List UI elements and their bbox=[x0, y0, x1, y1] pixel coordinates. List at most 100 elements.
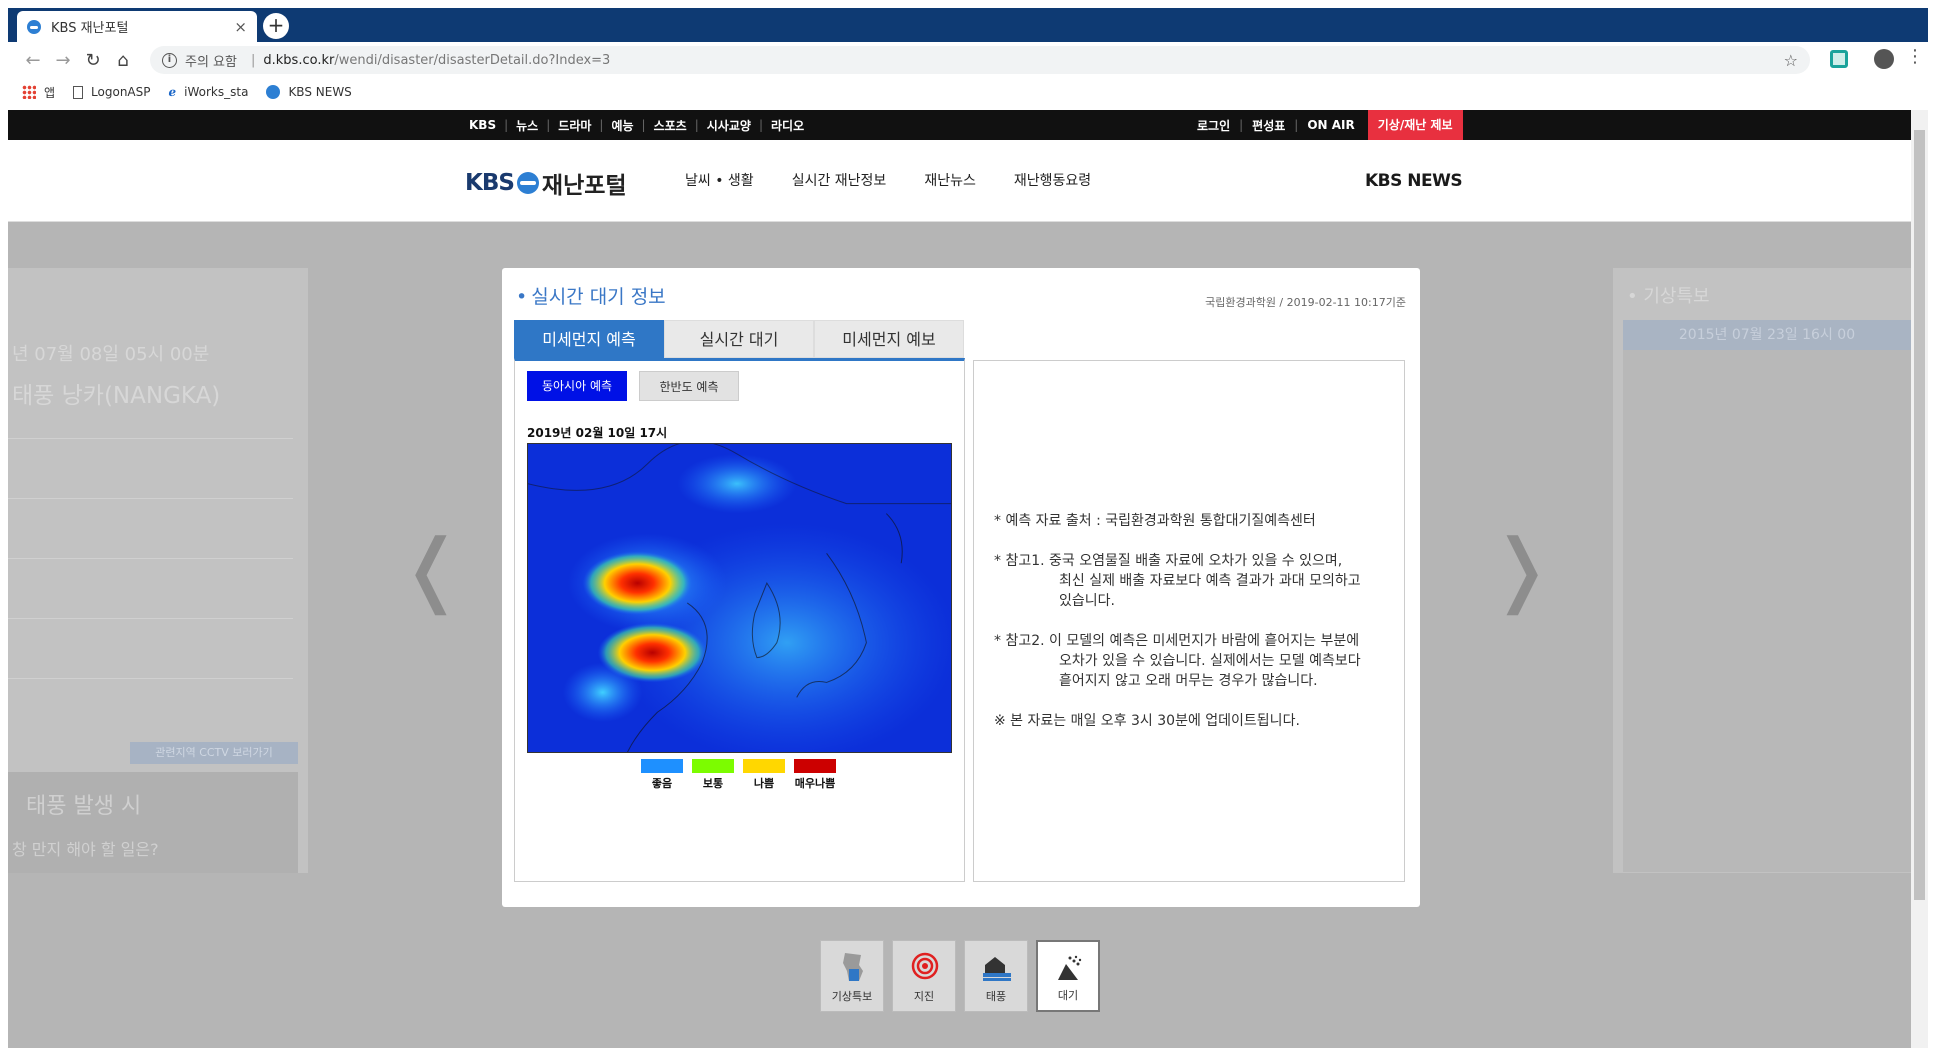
category-typhoon[interactable]: 태풍 bbox=[964, 940, 1028, 1012]
browser-tab-bar: KBS 재난포털 × + bbox=[8, 8, 1928, 42]
scrollbar-thumb[interactable] bbox=[1914, 130, 1925, 900]
back-arrow-icon[interactable]: ← bbox=[18, 50, 48, 71]
global-nav-bar: KBS | 뉴스 | 드라마 | 예능 | 스포츠 | 시사교양 | 라디오 로그인 | 편성… bbox=[8, 110, 1911, 140]
kbs-disaster-portal-logo[interactable]: KBS 재난포털 bbox=[465, 166, 627, 200]
kbs-news-link[interactable]: KBS NEWS bbox=[1365, 171, 1463, 191]
legend-swatch bbox=[743, 759, 785, 773]
next-arrow-icon[interactable]: ❭ bbox=[1488, 522, 1555, 615]
prev-slide-date: 년 07월 08일 05시 00분 bbox=[12, 344, 210, 365]
gnb-item-drama[interactable]: 드라마 bbox=[550, 117, 599, 134]
east-asia-forecast-button[interactable]: 동아시아 예측 bbox=[527, 371, 627, 401]
category-air[interactable]: 대기 bbox=[1036, 940, 1100, 1012]
bookmark-label: LogonASP bbox=[91, 85, 151, 99]
bookmarks-bar: 앱 LogonASP ℯ iWorks_sta KBS NEWS bbox=[8, 78, 1928, 106]
category-weather-alert[interactable]: 기상특보 bbox=[820, 940, 884, 1012]
new-tab-button[interactable]: + bbox=[263, 13, 289, 39]
legend-label: 보통 bbox=[702, 777, 724, 790]
weather-report-button[interactable]: 기상/재난 제보 bbox=[1367, 110, 1463, 140]
browser-tab[interactable]: KBS 재난포털 × bbox=[17, 11, 257, 42]
gnb-item-sports[interactable]: 스포츠 bbox=[646, 117, 695, 134]
bookmark-kbs-news[interactable]: KBS NEWS bbox=[266, 85, 352, 99]
info-icon[interactable]: i bbox=[162, 52, 177, 68]
note-1-line-1: * 참고1. 중국 오염물질 배출 자료에 오차가 있을 수 있으며, bbox=[994, 553, 1343, 569]
legend-very-bad: 매우나쁨 bbox=[794, 759, 836, 791]
logo-kbs-text: KBS bbox=[465, 170, 515, 196]
login-link[interactable]: 로그인 bbox=[1188, 117, 1239, 134]
menu-realtime-disaster[interactable]: 실시간 재난정보 bbox=[792, 170, 887, 190]
tab-close-icon[interactable]: × bbox=[234, 18, 247, 36]
gnb-item-news[interactable]: 뉴스 bbox=[508, 117, 546, 134]
note-source: * 예측 자료 출처 : 국립환경과학원 통합대기질예측센터 bbox=[994, 513, 1316, 529]
extension-icon[interactable] bbox=[1830, 50, 1848, 68]
table-row bbox=[8, 559, 293, 619]
tab-fine-dust-forecast[interactable]: 미세먼지 예측 bbox=[514, 320, 664, 358]
gnb-item-kbs[interactable]: KBS bbox=[461, 118, 504, 132]
address-bar[interactable]: i 주의 요함 | d.kbs.co.kr /wendi/disaster/di… bbox=[150, 46, 1810, 74]
fine-dust-forecast-map bbox=[527, 443, 952, 753]
url-path: /wendi/disaster/disasterDetail.do?Index=… bbox=[334, 52, 611, 68]
category-label: 태풍 bbox=[985, 990, 1007, 1003]
tab-fine-dust-alert[interactable]: 미세먼지 예보 bbox=[814, 320, 964, 358]
note-update: ※ 본 자료는 매일 오후 3시 30분에 업데이트됩니다. bbox=[994, 713, 1300, 729]
bookmark-apps[interactable]: 앱 bbox=[22, 84, 55, 101]
next-slide-preview[interactable]: • 기상특보 2015년 07월 23일 16시 00 bbox=[1613, 268, 1911, 873]
prev-slide-title: 태풍 낭카(NANGKA) bbox=[12, 383, 221, 409]
bookmark-label: KBS NEWS bbox=[288, 85, 352, 99]
menu-weather-life[interactable]: 날씨 • 생활 bbox=[685, 170, 754, 190]
browser-menu-icon[interactable]: ⋮ bbox=[1906, 48, 1924, 66]
note-2-line-3: 흩어지지 않고 오래 머무는 경우가 많습니다. bbox=[1059, 673, 1318, 689]
legend-swatch bbox=[692, 759, 734, 773]
bookmark-logonasp[interactable]: LogonASP bbox=[73, 85, 151, 99]
schedule-link[interactable]: 편성표 bbox=[1243, 117, 1294, 134]
typhoon-table bbox=[8, 438, 293, 743]
bookmark-label: iWorks_sta bbox=[184, 85, 249, 99]
korea-map-icon bbox=[843, 953, 863, 981]
kbs-logo-mark-icon bbox=[516, 172, 539, 194]
air-tabs: 미세먼지 예측 실시간 대기 미세먼지 예보 bbox=[514, 320, 964, 358]
note-2-line-2: 오차가 있을 수 있습니다. 실제에서는 모델 예측보다 bbox=[1059, 653, 1361, 669]
legend-swatch bbox=[794, 759, 836, 773]
next-slide-date: 2015년 07월 23일 16시 00 bbox=[1623, 320, 1911, 350]
note-1-line-2: 최신 실제 배출 자료보다 예측 결과가 과대 모의하고 bbox=[1059, 573, 1361, 589]
banner-title: 태풍 발생 시 bbox=[26, 794, 142, 819]
main-menu: 날씨 • 생활 실시간 재난정보 재난뉴스 재난행동요령 bbox=[685, 170, 1129, 190]
data-source: 국립환경과학원 / 2019-02-11 10:17기준 bbox=[1205, 296, 1406, 309]
note-1-line-3: 있습니다. bbox=[1059, 593, 1115, 609]
table-row bbox=[8, 619, 293, 679]
korea-forecast-button[interactable]: 한반도 예측 bbox=[639, 371, 739, 401]
card-title: • 실시간 대기 정보 bbox=[516, 282, 666, 309]
gnb-item-entertainment[interactable]: 예능 bbox=[603, 117, 641, 134]
menu-disaster-news[interactable]: 재난뉴스 bbox=[924, 170, 976, 190]
note-1: * 참고1. 중국 오염물질 배출 자료에 오차가 있을 수 있으며, 최신 실… bbox=[994, 551, 1390, 611]
home-icon[interactable]: ⌂ bbox=[108, 50, 138, 71]
category-earthquake[interactable]: 지진 bbox=[892, 940, 956, 1012]
bookmark-star-icon[interactable]: ☆ bbox=[1784, 51, 1798, 70]
tab-realtime-air[interactable]: 실시간 대기 bbox=[664, 320, 814, 358]
typhoon-guide-banner[interactable]: 태풍 발생 시 창 만지 해야 할 일은? bbox=[8, 772, 298, 873]
cctv-link[interactable]: 관련지역 CCTV 보러가기 bbox=[130, 742, 298, 764]
next-slide-title: • 기상특보 bbox=[1627, 286, 1710, 307]
prev-arrow-icon[interactable]: ❬ bbox=[398, 522, 465, 615]
on-air-link[interactable]: ON AIR bbox=[1298, 118, 1363, 132]
bookmark-label: 앱 bbox=[44, 85, 56, 100]
reload-icon[interactable]: ↻ bbox=[78, 50, 108, 71]
forward-arrow-icon[interactable]: → bbox=[48, 50, 78, 71]
prev-slide-preview[interactable]: 년 07월 08일 05시 00분 태풍 낭카(NANGKA) 관련지역 CCT… bbox=[8, 268, 308, 873]
map-legend: 좋음 보통 나쁨 매우나쁨 bbox=[641, 759, 845, 791]
bookmark-iworks[interactable]: ℯ iWorks_sta bbox=[169, 85, 249, 99]
url-host: d.kbs.co.kr bbox=[263, 52, 335, 68]
menu-disaster-guide[interactable]: 재난행동요령 bbox=[1014, 170, 1091, 190]
page-scrollbar[interactable] bbox=[1911, 110, 1928, 1048]
profile-icon[interactable] bbox=[1874, 49, 1894, 69]
legend-normal: 보통 bbox=[692, 759, 734, 791]
legend-label: 매우나쁨 bbox=[794, 777, 836, 790]
legend-label: 나쁨 bbox=[753, 777, 775, 790]
card-title-text: 실시간 대기 정보 bbox=[531, 286, 666, 308]
category-label: 기상특보 bbox=[831, 990, 873, 1003]
category-label: 지진 bbox=[913, 990, 935, 1003]
apps-grid-icon bbox=[22, 85, 36, 99]
note-2-line-1: * 참고2. 이 모델의 예측은 미세먼지가 바람에 흩어지는 부분에 bbox=[994, 633, 1360, 649]
flood-house-icon bbox=[983, 957, 1011, 981]
gnb-item-culture[interactable]: 시사교양 bbox=[699, 117, 759, 134]
gnb-item-radio[interactable]: 라디오 bbox=[763, 117, 812, 134]
